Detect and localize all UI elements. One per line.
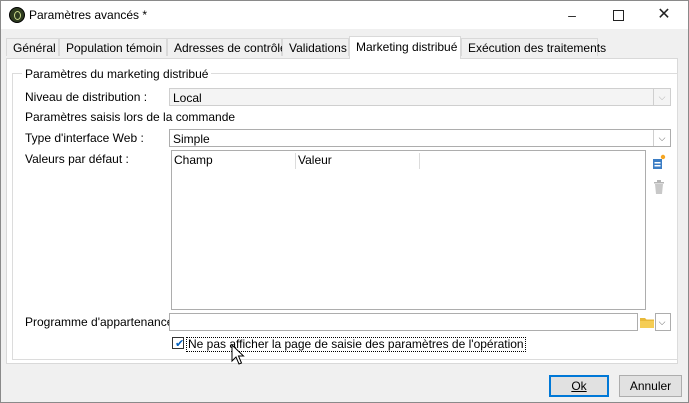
app-logo-icon [9,7,25,23]
minimize-button[interactable]: – [549,1,595,29]
trash-icon[interactable] [651,179,667,195]
close-button[interactable]: ✕ [641,1,687,29]
folder-icon[interactable] [639,314,655,330]
web-interface-select[interactable]: Simple ⌵ [169,129,671,147]
maximize-button[interactable] [595,1,641,29]
cancel-button-label: Annuler [629,379,672,393]
program-input[interactable] [169,313,638,331]
order-parameters-heading: Paramètres saisis lors de la commande [25,110,236,124]
web-interface-value: Simple [173,132,210,146]
distribution-level-value: Local [173,91,202,105]
tab-adresses-controle[interactable]: Adresses de contrôle [167,38,287,56]
column-separator[interactable] [419,153,420,169]
group-title: Paramètres du marketing distribué [22,67,212,81]
maximize-icon [612,9,624,21]
ok-button-label: Ok [571,379,587,393]
window-title: Paramètres avancés * [29,8,148,22]
web-interface-label: Type d'interface Web : [25,131,144,145]
chevron-down-icon: ⌵ [658,317,666,327]
program-dropdown-button[interactable]: ⌵ [655,313,671,331]
cancel-button[interactable]: Annuler [619,375,682,397]
distribution-level-select[interactable]: Local ⌵ [169,88,671,106]
tab-marketing-distribue[interactable]: Marketing distribué [349,36,461,59]
default-values-label: Valeurs par défaut : [25,152,129,166]
tab-validations[interactable]: Validations [282,38,349,56]
default-values-list[interactable]: Champ Valeur [171,150,646,310]
tab-execution-traitements[interactable]: Exécution des traitements [461,38,606,56]
column-header-valeur[interactable]: Valeur [296,151,419,169]
chevron-down-icon: ⌵ [653,89,670,105]
add-icon[interactable] [651,154,667,170]
program-label: Programme d'appartenance : [25,315,181,329]
title-bar[interactable]: Paramètres avancés * – ✕ [1,1,688,29]
hide-page-checkbox[interactable]: ✔ [172,337,185,350]
distribution-level-label: Niveau de distribution : [25,90,148,104]
chevron-down-icon: ⌵ [653,130,670,146]
column-header-champ[interactable]: Champ [172,151,295,169]
mouse-cursor-icon [231,344,245,365]
ok-button[interactable]: Ok [549,375,609,397]
tab-population-temoin[interactable]: Population témoin [59,38,167,56]
tab-general[interactable]: Général [6,38,59,56]
check-icon: ✔ [175,338,185,350]
